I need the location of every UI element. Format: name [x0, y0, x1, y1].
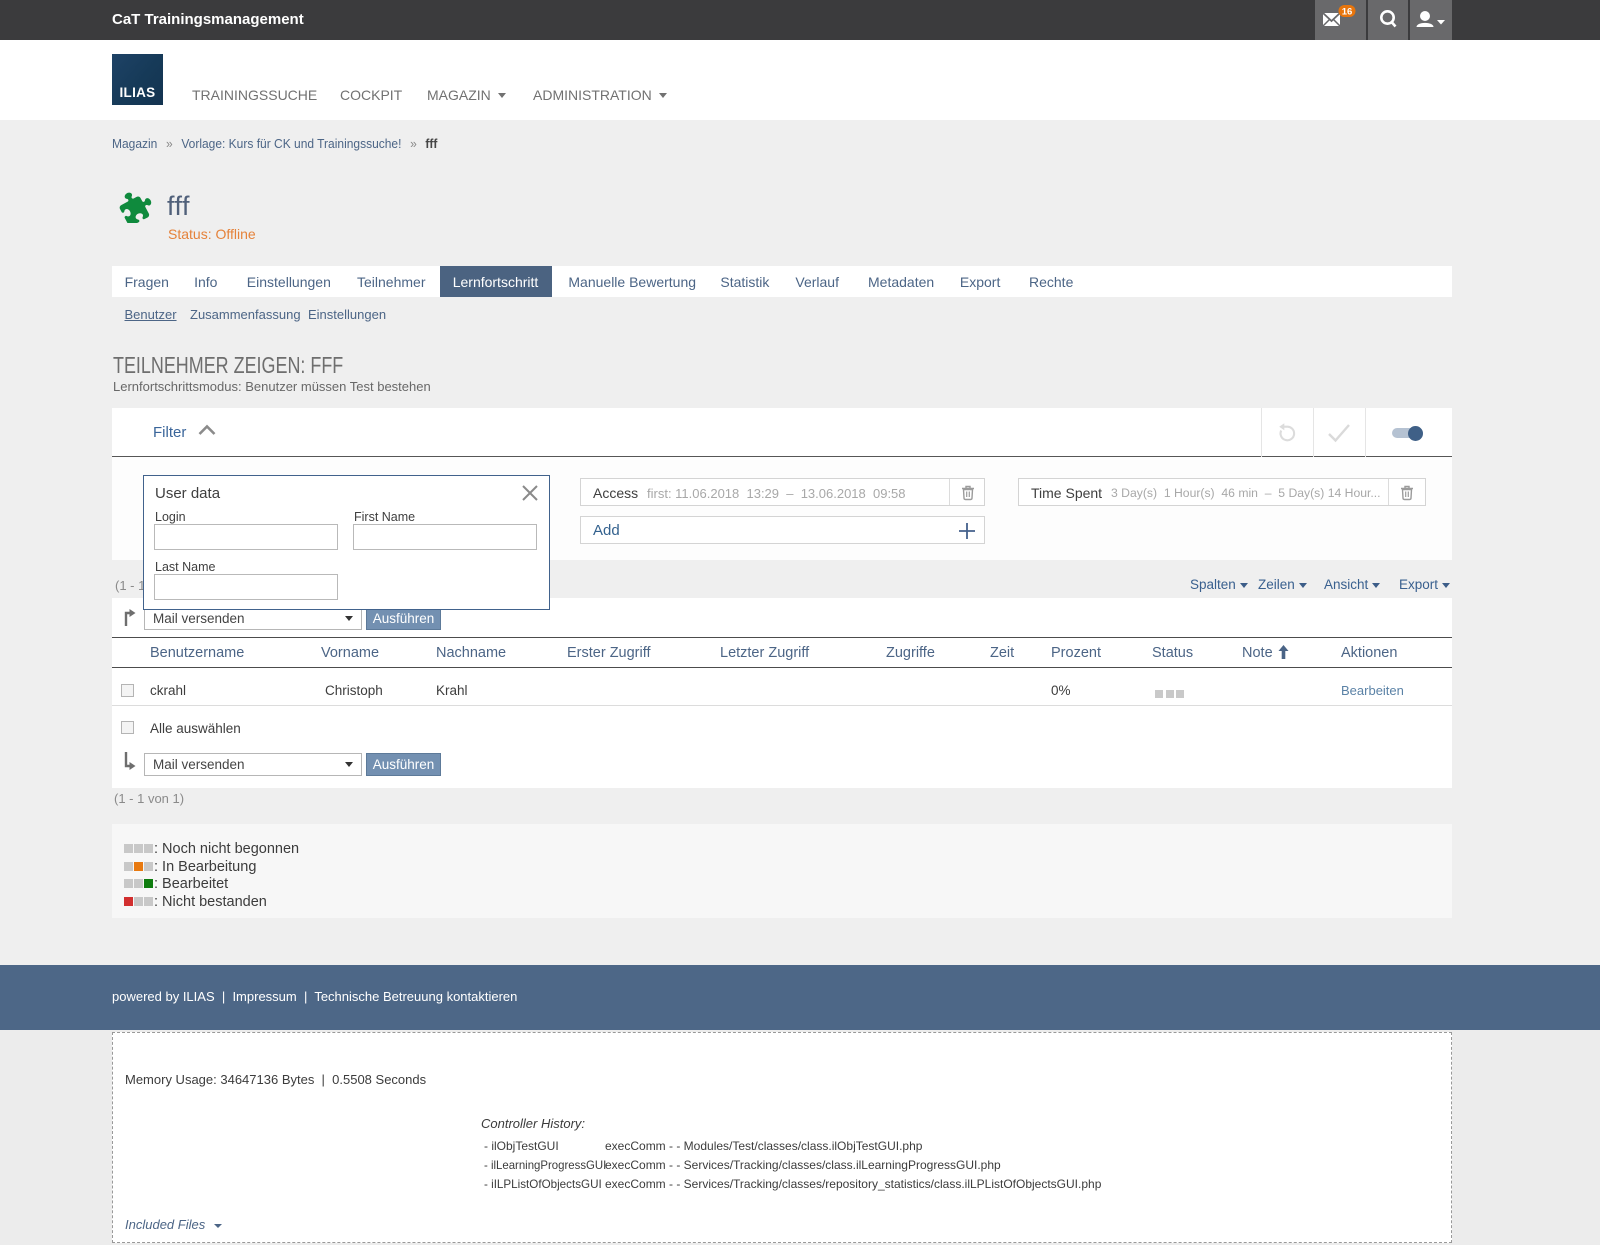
svg-text:16: 16 [1342, 7, 1353, 18]
